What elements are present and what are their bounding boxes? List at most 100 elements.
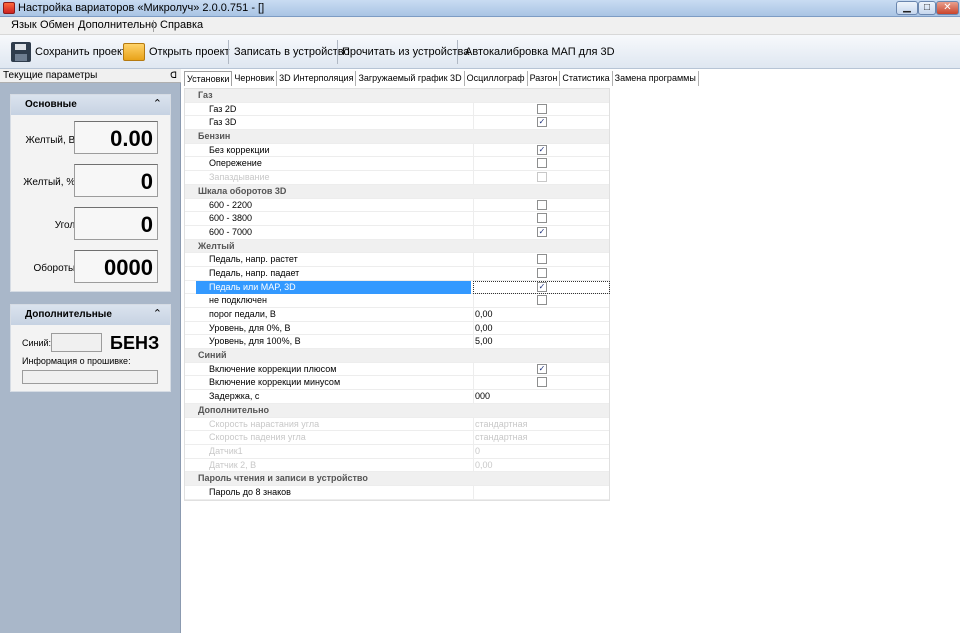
- property-row[interactable]: Уровень, для 100%, В 5,00: [185, 335, 610, 350]
- tab-0[interactable]: Установки: [184, 71, 233, 86]
- category-row[interactable]: Желтый: [185, 239, 609, 254]
- property-label: Пароль до 8 знаков: [209, 486, 291, 497]
- window-title: Настройка вариаторов «Микролуч» 2.0.0.75…: [18, 2, 265, 14]
- property-label: порог педали, В: [209, 309, 276, 319]
- property-row[interactable]: Запаздывание: [185, 171, 609, 185]
- category-row[interactable]: Пароль чтения и записи в устройство: [185, 472, 609, 486]
- checkbox: [537, 172, 547, 183]
- read-device-button[interactable]: Прочитать из устройства: [339, 35, 472, 68]
- firmware-label: Информация о прошивке:: [22, 356, 131, 366]
- checkbox[interactable]: [537, 254, 547, 265]
- toolbar-separator: [228, 40, 229, 64]
- property-row[interactable]: 600 - 2200: [185, 198, 609, 213]
- checkbox[interactable]: [537, 158, 547, 169]
- property-row[interactable]: не подключен: [185, 294, 609, 308]
- tab-7[interactable]: Замена программы: [613, 71, 699, 86]
- additional-group-title: Дополнительные: [25, 309, 112, 320]
- category-row[interactable]: Бензин: [185, 130, 609, 144]
- blue-value-box: [51, 333, 102, 352]
- category-row[interactable]: Газ: [185, 89, 609, 103]
- property-label: Запаздывание: [209, 172, 270, 183]
- toolbar-separator: [337, 40, 338, 64]
- category-label: Шкала оборотов 3D: [198, 185, 287, 196]
- main-content: Установки Черновик 3D Интерполяция Загружае…: [184, 69, 960, 633]
- property-row[interactable]: Без коррекции ✓: [185, 143, 609, 158]
- pin-icon[interactable]: ᗡ: [170, 70, 177, 81]
- tab-6[interactable]: Статистика: [560, 71, 613, 86]
- checkbox[interactable]: ✓: [537, 117, 547, 128]
- property-label: не подключен: [209, 295, 267, 306]
- save-project-button[interactable]: Сохранить проект: [8, 35, 130, 68]
- property-value[interactable]: 0,00: [473, 321, 610, 335]
- tab-1[interactable]: Черновик: [232, 71, 278, 86]
- checkbox[interactable]: [537, 213, 547, 224]
- property-row[interactable]: 600 - 3800: [185, 212, 609, 226]
- property-row[interactable]: Педаль, напр. растет: [185, 253, 609, 267]
- tab-3[interactable]: Загружаемый график 3D: [356, 71, 465, 86]
- open-project-button[interactable]: Открыть проект: [120, 35, 233, 68]
- yellow-voltage-label: Желтый, В:: [25, 135, 78, 146]
- property-row[interactable]: Скорость падения угла стандартная: [185, 431, 609, 445]
- property-label: Уровень, для 100%, В: [209, 336, 301, 347]
- menu-bar: Язык Обмен Дополнительно Справка: [0, 17, 960, 35]
- property-value[interactable]: 5,00: [473, 335, 610, 349]
- tab-2[interactable]: 3D Интерполяция: [277, 71, 357, 86]
- floppy-disk-icon: [11, 41, 31, 62]
- angle-value: 0: [74, 207, 158, 240]
- checkbox[interactable]: [537, 267, 547, 278]
- autocalibration-button[interactable]: Автокалибровка МАП для 3D: [462, 35, 618, 68]
- checkbox[interactable]: [537, 377, 547, 388]
- category-row[interactable]: Синий: [185, 349, 609, 363]
- property-row[interactable]: Пароль до 8 знаков: [185, 485, 610, 500]
- property-value[interactable]: 000: [473, 390, 610, 404]
- menu-separator: [153, 20, 154, 32]
- collapse-icon[interactable]: ⌃: [153, 97, 162, 110]
- close-button[interactable]: ✕: [936, 1, 959, 15]
- property-label: Газ 2D: [209, 103, 237, 114]
- property-row[interactable]: Включение коррекции минусом: [185, 376, 609, 391]
- property-row[interactable]: Опережение: [185, 157, 609, 172]
- fuel-indicator: БЕНЗ: [110, 333, 160, 353]
- property-row[interactable]: порог педали, В 0,00: [185, 308, 609, 322]
- menu-help[interactable]: Справка: [160, 19, 203, 31]
- menu-exchange[interactable]: Обмен: [40, 19, 74, 31]
- property-row[interactable]: Педаль, напр. падает: [185, 266, 609, 281]
- property-row[interactable]: Педаль или MAP, 3D ✓: [185, 280, 610, 295]
- tab-5[interactable]: Разгон: [528, 71, 561, 86]
- property-row[interactable]: Скорость нарастания угла стандартная: [185, 417, 609, 432]
- category-row[interactable]: Шкала оборотов 3D: [185, 184, 609, 199]
- menu-additional[interactable]: Дополнительно: [78, 19, 157, 31]
- property-row[interactable]: Уровень, для 0%, В 0,00: [185, 321, 610, 336]
- yellow-percent-value: 0: [74, 164, 158, 197]
- property-value[interactable]: [473, 485, 610, 499]
- property-row[interactable]: 600 - 7000 ✓: [185, 225, 609, 240]
- menu-language[interactable]: Язык: [11, 19, 37, 31]
- property-row[interactable]: Газ 3D ✓: [185, 116, 609, 131]
- property-label: Газ 3D: [209, 117, 237, 128]
- checkbox[interactable]: [537, 295, 547, 306]
- property-row[interactable]: Датчик 2, В 0,00: [185, 458, 609, 473]
- checkbox[interactable]: ✓: [537, 363, 547, 374]
- collapse-icon[interactable]: ⌃: [153, 307, 162, 320]
- checkbox[interactable]: [537, 199, 547, 210]
- additional-group-header[interactable]: Дополнительные ⌃: [11, 305, 170, 325]
- property-row[interactable]: Датчик1 0: [185, 444, 609, 459]
- checkbox[interactable]: [537, 103, 547, 114]
- property-row[interactable]: Задержка, с 000: [185, 390, 609, 404]
- property-row[interactable]: Газ 2D: [185, 102, 609, 117]
- checkbox[interactable]: ✓: [537, 281, 547, 292]
- write-device-button[interactable]: Записать в устройство: [231, 35, 353, 68]
- checkbox[interactable]: ✓: [537, 226, 547, 237]
- additional-parameters-group: Дополнительные ⌃ Синий: БЕНЗ Информация …: [10, 304, 171, 392]
- tab-4[interactable]: Осциллограф: [465, 71, 528, 86]
- property-value[interactable]: 0,00: [473, 308, 610, 321]
- minimize-button[interactable]: ▁: [896, 1, 918, 15]
- property-label: 600 - 2200: [209, 199, 253, 210]
- property-row[interactable]: Включение коррекции плюсом ✓: [185, 362, 609, 377]
- main-group-header[interactable]: Основные ⌃: [11, 95, 170, 115]
- checkbox[interactable]: ✓: [537, 144, 547, 155]
- maximize-button[interactable]: □: [918, 1, 936, 15]
- panel-header: Текущие параметры ᗡ: [0, 69, 181, 83]
- property-label: Педаль, напр. растет: [209, 254, 298, 265]
- category-row[interactable]: Дополнительно: [185, 403, 609, 418]
